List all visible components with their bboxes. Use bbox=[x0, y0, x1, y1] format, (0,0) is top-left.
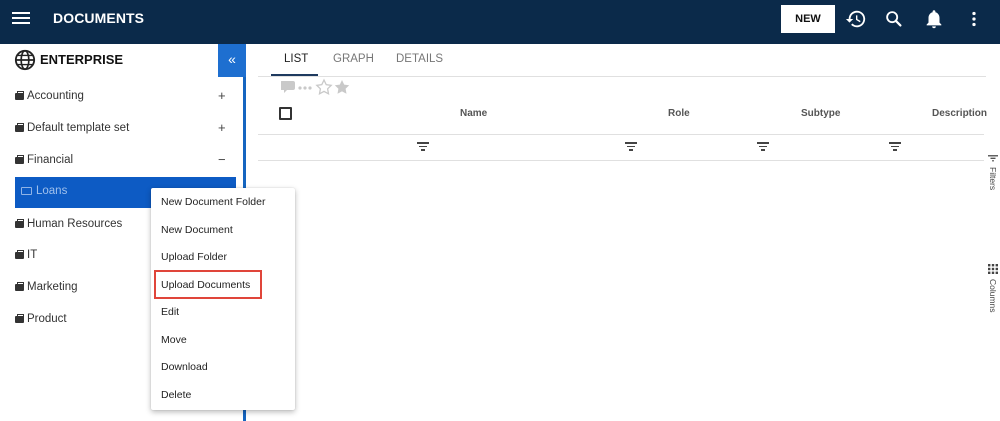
expand-icon[interactable]: + bbox=[218, 120, 226, 135]
tab-details[interactable]: DETAILS bbox=[396, 53, 443, 65]
sidebar-item-label: Default template set bbox=[27, 122, 130, 134]
menu-item-delete[interactable]: Delete bbox=[151, 381, 295, 408]
grid-icon bbox=[988, 264, 998, 274]
briefcase-icon bbox=[15, 155, 24, 164]
page-title: DOCUMENTS bbox=[53, 10, 145, 26]
briefcase-icon bbox=[15, 282, 24, 291]
more-vertical-icon[interactable] bbox=[963, 8, 985, 30]
comment-icon bbox=[280, 81, 295, 93]
bell-icon[interactable] bbox=[923, 8, 945, 30]
sidebar-item-label: IT bbox=[27, 249, 38, 261]
select-all-checkbox[interactable] bbox=[279, 107, 292, 120]
context-menu: New Document Folder New Document Upload … bbox=[151, 188, 295, 410]
briefcase-icon bbox=[15, 91, 24, 100]
menu-item-edit[interactable]: Edit bbox=[151, 298, 295, 325]
columns-label: Columns bbox=[988, 279, 998, 313]
folder-icon bbox=[21, 187, 32, 195]
collapse-sidebar-button[interactable]: « bbox=[218, 44, 246, 77]
filters-label: Filters bbox=[988, 167, 998, 191]
column-header-subtype[interactable]: Subtype bbox=[801, 108, 840, 119]
sidebar-item-label: Human Resources bbox=[27, 218, 123, 230]
enterprise-title: ENTERPRISE bbox=[40, 52, 124, 67]
globe-icon bbox=[14, 49, 36, 71]
filter-description-icon[interactable] bbox=[889, 142, 901, 152]
briefcase-icon bbox=[15, 123, 24, 132]
sidebar-item-label: Financial bbox=[27, 154, 74, 166]
menu-item-move[interactable]: Move bbox=[151, 326, 295, 353]
menu-icon[interactable] bbox=[12, 11, 30, 27]
enterprise-header: ENTERPRISE bbox=[0, 44, 243, 77]
sidebar-item-label: Loans bbox=[36, 185, 68, 197]
columns-panel-toggle[interactable]: Columns bbox=[986, 264, 1000, 322]
filter-role-icon[interactable] bbox=[625, 142, 637, 152]
column-header-name[interactable]: Name bbox=[460, 108, 487, 119]
top-app-bar: DOCUMENTS NEW bbox=[0, 0, 1000, 44]
filter-subtype-icon[interactable] bbox=[757, 142, 769, 152]
sidebar-item-label: Marketing bbox=[27, 281, 78, 293]
highlight-box bbox=[154, 270, 262, 299]
row-actions-header bbox=[280, 78, 353, 98]
menu-item-download[interactable]: Download bbox=[151, 353, 295, 380]
filter-name-icon[interactable] bbox=[417, 142, 429, 152]
column-header-description[interactable]: Description bbox=[932, 108, 987, 119]
sidebar-item-label: Accounting bbox=[27, 90, 84, 102]
star-outline-icon bbox=[315, 78, 333, 96]
sidebar-item-label: Product bbox=[27, 313, 67, 325]
filters-panel-toggle[interactable]: Filters bbox=[986, 155, 1000, 200]
filter-row-divider bbox=[258, 160, 984, 161]
menu-item-new-document-folder[interactable]: New Document Folder bbox=[151, 188, 295, 215]
filter-icon bbox=[988, 155, 998, 162]
tab-graph[interactable]: GRAPH bbox=[333, 53, 374, 65]
sidebar-item-accounting[interactable]: Accounting + bbox=[0, 84, 243, 112]
history-icon[interactable] bbox=[845, 8, 867, 30]
more-horizontal-icon bbox=[298, 86, 312, 90]
menu-item-upload-folder[interactable]: Upload Folder bbox=[151, 243, 295, 270]
briefcase-icon bbox=[15, 250, 24, 259]
sidebar-item-default-template-set[interactable]: Default template set + bbox=[0, 116, 243, 144]
column-header-role[interactable]: Role bbox=[668, 108, 690, 119]
briefcase-icon bbox=[15, 219, 24, 228]
tab-divider bbox=[258, 76, 986, 77]
sidebar-item-financial[interactable]: Financial − bbox=[0, 148, 243, 176]
header-divider bbox=[258, 134, 984, 135]
expand-icon[interactable]: + bbox=[218, 88, 226, 103]
menu-item-new-document[interactable]: New Document bbox=[151, 216, 295, 243]
tab-list[interactable]: LIST bbox=[284, 53, 308, 65]
briefcase-icon bbox=[15, 314, 24, 323]
collapse-icon[interactable]: − bbox=[218, 152, 226, 167]
new-button[interactable]: NEW bbox=[781, 5, 835, 33]
star-filled-icon bbox=[334, 80, 350, 94]
search-icon[interactable] bbox=[883, 8, 905, 30]
